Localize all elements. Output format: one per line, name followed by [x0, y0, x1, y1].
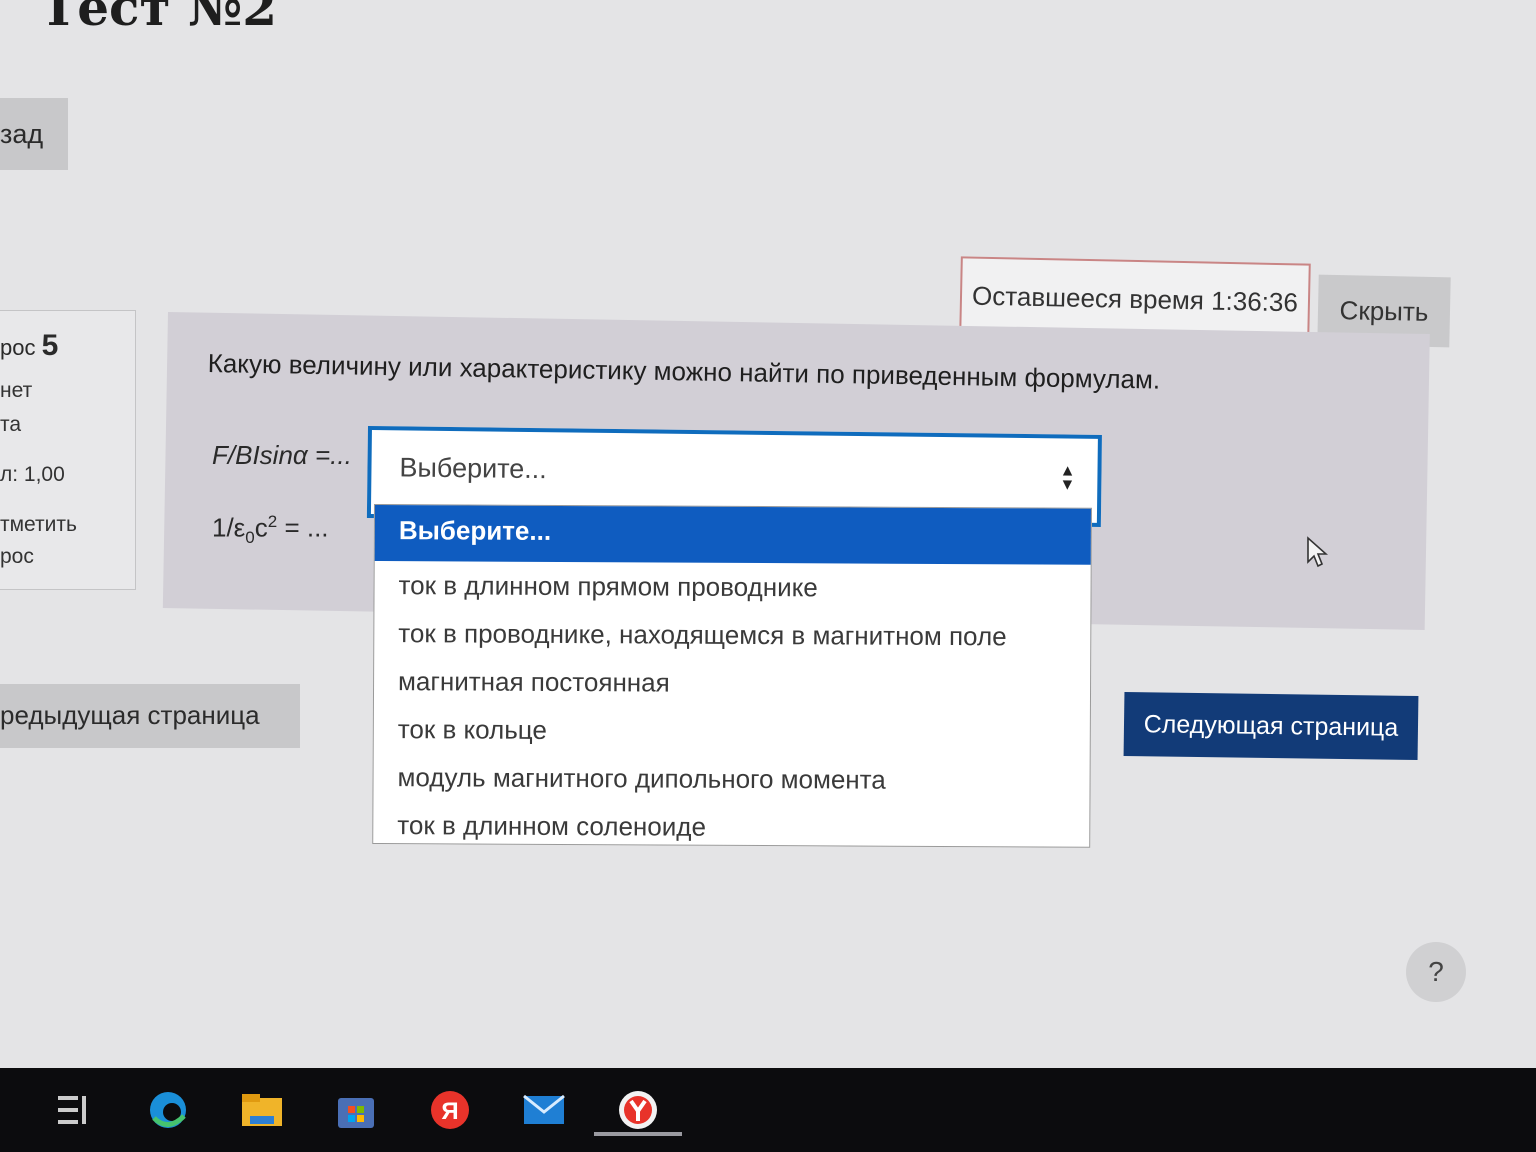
- status-line-1: нет: [0, 379, 33, 402]
- option-dipole-moment[interactable]: модуль магнитного дипольного момента: [373, 753, 1089, 805]
- store-icon[interactable]: [332, 1088, 380, 1132]
- next-page-button[interactable]: Следующая страница: [1123, 691, 1419, 761]
- edge-icon[interactable]: [144, 1088, 192, 1132]
- taskbar: Я: [0, 1068, 1536, 1152]
- option-long-solenoid[interactable]: ток в длинном соленоиде: [373, 801, 1089, 853]
- page-title: Тест №2: [40, 0, 277, 37]
- previous-page-button[interactable]: редыдущая страница: [0, 684, 300, 748]
- select-arrows-icon: ▲ ▼: [1059, 462, 1076, 494]
- formula-2: 1/ε0c2 = ...: [212, 512, 329, 547]
- flag-question-link-2[interactable]: рос: [0, 545, 34, 569]
- mouse-cursor-icon: [1307, 536, 1328, 568]
- flag-question-link[interactable]: тметить: [0, 513, 77, 537]
- yandex-icon[interactable]: Я: [426, 1088, 474, 1132]
- option-wire-in-magnetic-field[interactable]: ток в проводнике, находящемся в магнитно…: [374, 609, 1090, 661]
- select-dropdown: Выберите... ток в длинном прямом проводн…: [372, 504, 1092, 848]
- option-magnetic-constant[interactable]: магнитная постоянная: [374, 657, 1090, 709]
- active-app-indicator: [594, 1132, 682, 1136]
- formula-1: F/BIsinα =...: [212, 440, 352, 470]
- help-button[interactable]: ?: [1406, 942, 1466, 1002]
- task-view-icon[interactable]: [52, 1088, 100, 1132]
- question-info-box: рос 5 нет та л: 1,00 тметить рос: [0, 310, 136, 590]
- mail-icon[interactable]: [520, 1088, 568, 1132]
- svg-text:Я: Я: [441, 1098, 458, 1125]
- back-button[interactable]: зад: [0, 98, 68, 170]
- max-score: л: 1,00: [0, 463, 65, 486]
- status-line-2: та: [0, 413, 22, 436]
- yandex-browser-icon[interactable]: [614, 1088, 662, 1132]
- question-number: рос 5: [0, 329, 59, 362]
- option-ring-current[interactable]: ток в кольце: [374, 705, 1090, 757]
- option-choose[interactable]: Выберите...: [374, 505, 1091, 565]
- select-value: Выберите...: [399, 452, 547, 485]
- file-explorer-icon[interactable]: [238, 1088, 286, 1132]
- option-long-straight-wire[interactable]: ток в длинном прямом проводнике: [374, 561, 1090, 613]
